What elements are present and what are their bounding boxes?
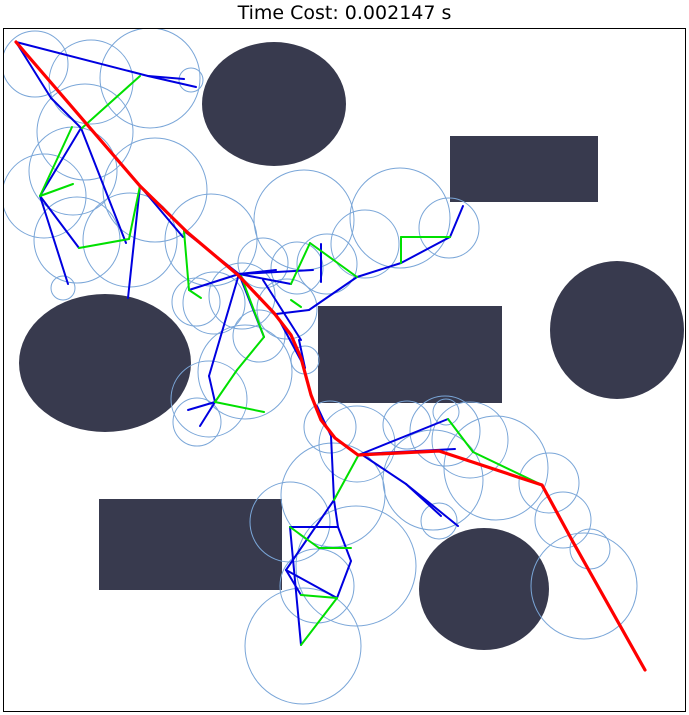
tree-edge <box>39 195 80 249</box>
tree-edge <box>333 499 339 528</box>
sample-circle <box>99 29 201 129</box>
tree-edge <box>208 375 216 403</box>
sample-circle <box>431 401 509 479</box>
cross-edge <box>214 401 265 413</box>
sample-circle <box>534 491 592 549</box>
tree-edge <box>275 309 310 315</box>
cross-edge <box>289 526 320 549</box>
cross-edge <box>214 369 238 403</box>
obstacle-bottom-left-rect <box>99 499 282 590</box>
plot-title: Time Cost: 0.002147 s <box>237 2 452 24</box>
sample-circle <box>33 196 121 284</box>
planner-canvas <box>4 29 684 705</box>
cross-edge <box>188 289 202 299</box>
obstacle-right-ellipse <box>550 261 684 399</box>
tree-edge <box>188 273 240 291</box>
tree-edge <box>15 41 149 77</box>
sample-circle <box>50 275 76 301</box>
obstacle-center-rect <box>318 306 502 403</box>
tree-edge <box>308 276 358 311</box>
obstacle-bottom-ellipse <box>419 528 549 650</box>
obstacle-left-ellipse <box>19 294 191 432</box>
tree-edge <box>127 185 141 299</box>
sample-circle <box>178 67 204 93</box>
cross-edge <box>236 336 265 371</box>
planner-plot-area <box>3 28 686 712</box>
sample-circle <box>518 452 580 514</box>
tree-edge <box>400 236 451 264</box>
tree-edge <box>208 273 240 377</box>
tree-edge <box>405 483 459 527</box>
tree-edge <box>39 127 82 197</box>
tree-edge <box>336 560 352 599</box>
cross-edge <box>78 238 130 249</box>
obstacle-top-right-rect <box>450 136 598 202</box>
sample-circle <box>295 505 417 627</box>
sample-circle <box>244 587 362 705</box>
tree-edge <box>449 205 464 238</box>
cross-edge <box>333 455 359 501</box>
tree-edge <box>39 195 69 285</box>
tree-edge <box>330 435 335 501</box>
cross-edge <box>290 299 302 308</box>
sample-circle <box>4 153 87 239</box>
sample-circle <box>171 277 221 327</box>
cross-edge <box>309 242 358 278</box>
obstacle-top-ellipse <box>202 42 346 166</box>
sample-circle <box>48 39 134 125</box>
